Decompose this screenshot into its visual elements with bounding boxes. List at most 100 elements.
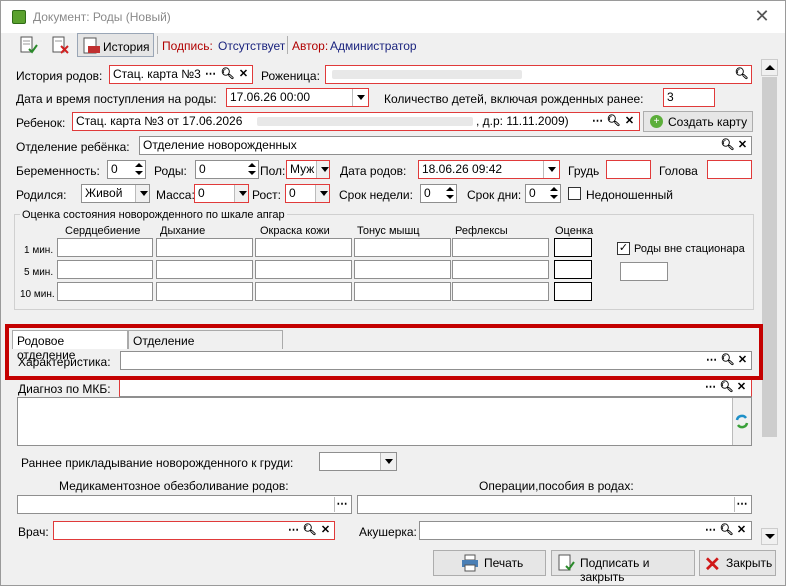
window-title: Документ: Роды (Новый) (33, 10, 171, 24)
apgar-cell[interactable] (452, 282, 549, 301)
chevron-down-icon[interactable] (315, 185, 329, 202)
chevron-down-icon[interactable] (135, 185, 149, 202)
operations-field[interactable]: ⋯ (357, 495, 752, 514)
outside-hospital-field[interactable] (620, 262, 668, 281)
refresh-button[interactable] (732, 398, 751, 445)
chevron-down-icon[interactable] (316, 161, 329, 178)
pregnancy-field[interactable]: 0 (107, 160, 146, 179)
births-value: 0 (199, 162, 206, 176)
apgar-cell[interactable] (354, 282, 451, 301)
ellipsis-icon[interactable]: ⋯ (203, 67, 218, 82)
chevron-down-icon[interactable] (543, 161, 559, 178)
search-icon[interactable]: 🔍︎ (606, 114, 621, 129)
spinner-icon[interactable] (133, 161, 145, 178)
scroll-thumb[interactable] (762, 77, 777, 437)
toolbar-separator (157, 36, 158, 54)
search-icon[interactable]: 🔍︎ (720, 138, 735, 153)
apgar-cell[interactable] (255, 238, 352, 257)
outside-hospital-checkbox[interactable]: ✓ (617, 242, 630, 255)
admission-date-field[interactable]: 17.06.26 00:00 (226, 88, 369, 107)
apgar-cell[interactable] (57, 238, 153, 257)
search-icon[interactable]: 🔍︎ (734, 67, 749, 82)
apgar-col-muscle: Тонус мышц (357, 225, 420, 237)
apgar-cell[interactable] (354, 260, 451, 279)
ellipsis-icon[interactable]: ⋯ (703, 523, 718, 538)
close-icon: ✕ (704, 554, 721, 576)
ellipsis-icon[interactable]: ⋯ (590, 114, 605, 129)
premature-label: Недоношенный (586, 188, 673, 202)
days-field[interactable]: 0 (525, 184, 561, 203)
children-count-field[interactable]: 3 (663, 88, 715, 107)
chest-field[interactable] (606, 160, 651, 179)
print-button[interactable]: Печать (433, 550, 546, 576)
dept-field[interactable]: Отделение новорожденных 🔍︎ ✕ (139, 136, 752, 155)
chevron-down-icon[interactable] (234, 185, 248, 202)
clear-icon[interactable]: ✕ (734, 380, 749, 395)
chevron-down-icon[interactable] (380, 453, 396, 470)
apgar-cell[interactable] (554, 238, 592, 257)
sex-select[interactable]: Муж (286, 160, 330, 179)
premature-checkbox[interactable] (568, 187, 581, 200)
clear-icon[interactable]: ✕ (318, 523, 333, 538)
apgar-cell[interactable] (57, 282, 153, 301)
diagnosis-field[interactable]: ⋯ 🔍︎ ✕ (119, 378, 752, 397)
height-field[interactable]: 0 (285, 184, 330, 203)
apgar-cell[interactable] (156, 282, 253, 301)
cancel-doc-button[interactable] (47, 33, 71, 57)
apgar-cell[interactable] (452, 238, 549, 257)
search-icon[interactable]: 🔍︎ (220, 67, 235, 82)
create-card-button[interactable]: + Создать карту (643, 111, 753, 132)
mass-field[interactable]: 0 (194, 184, 249, 203)
search-icon[interactable]: 🔍︎ (302, 523, 317, 538)
child-field[interactable]: Стац. карта №3 от 17.06.2026 , д.р: 11.1… (72, 112, 640, 131)
apgar-cell[interactable] (554, 282, 592, 301)
births-field[interactable]: 0 (195, 160, 259, 179)
clear-icon[interactable]: ✕ (734, 523, 749, 538)
ellipsis-icon[interactable]: ⋯ (286, 523, 301, 538)
doctor-field[interactable]: ⋯ 🔍︎ ✕ (53, 521, 335, 540)
printer-icon (462, 554, 478, 572)
history-button[interactable]: История (77, 33, 154, 57)
close-button[interactable]: ✕ Закрыть (699, 550, 776, 576)
weeks-field[interactable]: 0 (420, 184, 457, 203)
search-icon[interactable]: 🔍︎ (719, 523, 734, 538)
apgar-cell[interactable] (354, 238, 451, 257)
apgar-cell[interactable] (452, 260, 549, 279)
spinner-icon[interactable] (548, 185, 560, 202)
chevron-down-icon[interactable] (352, 89, 368, 106)
scroll-up-icon[interactable] (761, 59, 778, 76)
ellipsis-icon[interactable]: ⋯ (703, 380, 718, 395)
apgar-cell[interactable] (255, 260, 352, 279)
apgar-cell[interactable] (156, 238, 253, 257)
ellipsis-icon[interactable]: ⋯ (734, 497, 749, 512)
apgar-row-5: 5 мин. (24, 267, 54, 278)
apgar-cell[interactable] (156, 260, 253, 279)
apgar-cell[interactable] (57, 260, 153, 279)
spinner-icon[interactable] (444, 185, 456, 202)
search-icon[interactable]: 🔍︎ (719, 380, 734, 395)
clear-icon[interactable]: ✕ (622, 114, 637, 129)
vertical-scrollbar[interactable] (761, 59, 778, 545)
clear-icon[interactable]: ✕ (735, 138, 750, 153)
apgar-col-reflexes: Рефлексы (455, 225, 508, 237)
born-select[interactable]: Живой (81, 184, 150, 203)
anesthesia-field[interactable]: ⋯ (17, 495, 352, 514)
scroll-down-icon[interactable] (761, 528, 778, 545)
ellipsis-icon[interactable]: ⋯ (334, 497, 349, 512)
close-window-button[interactable]: ✕ (749, 5, 775, 27)
diagnosis-text-area[interactable] (17, 397, 752, 446)
clear-icon[interactable]: ✕ (236, 67, 251, 82)
apgar-cell[interactable] (554, 260, 592, 279)
history-field[interactable]: Стац. карта №3 ⋯ 🔍︎ ✕ (109, 65, 253, 84)
apgar-cell[interactable] (255, 282, 352, 301)
spinner-icon[interactable] (246, 161, 258, 178)
title-bar: Документ: Роды (Новый) ✕ (1, 1, 785, 33)
midwife-field[interactable]: ⋯ 🔍︎ ✕ (419, 521, 752, 540)
head-field[interactable] (707, 160, 752, 179)
mother-field[interactable]: 🔍︎ (325, 65, 752, 84)
early-attachment-select[interactable] (319, 452, 397, 471)
sign-doc-button[interactable] (15, 33, 39, 57)
sign-and-close-button[interactable]: Подписать и закрыть (551, 550, 695, 584)
chest-label: Грудь (568, 164, 600, 178)
birth-date-field[interactable]: 18.06.26 09:42 (418, 160, 560, 179)
